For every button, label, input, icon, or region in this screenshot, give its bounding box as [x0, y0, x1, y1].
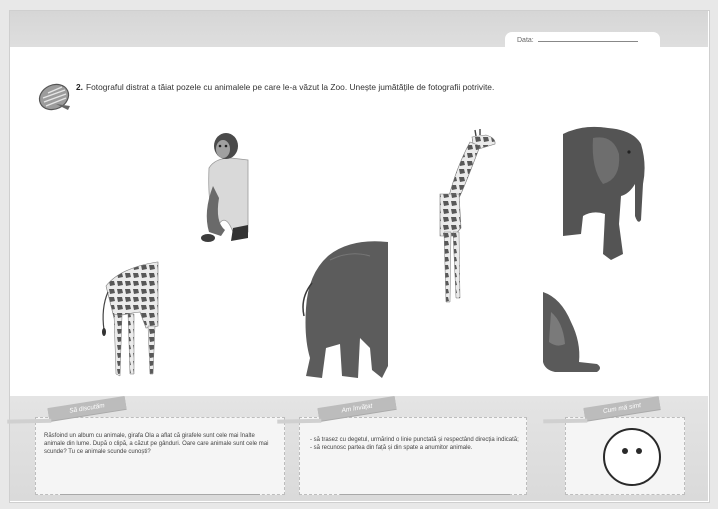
date-field[interactable]: Data: [505, 32, 660, 48]
animal-rear-half-photo[interactable] [541, 292, 603, 374]
elephant-front-half-photo[interactable] [563, 124, 649, 264]
giraffe-rear-half-photo[interactable] [100, 256, 160, 381]
face-icon[interactable] [601, 426, 663, 488]
learned-box [299, 417, 527, 495]
shell-icon [38, 83, 70, 111]
learned-underline [340, 494, 510, 495]
monkey-front-half-photo[interactable] [195, 128, 250, 250]
exercise-text: Fotograful distrat a tăiat pozele cu ani… [86, 82, 495, 92]
date-label: Data: [517, 37, 534, 44]
learned-list: - să trasez cu degetul, urmărind o linie… [310, 436, 520, 452]
discuss-underline [60, 494, 260, 495]
discuss-text: Răsfoind un album cu animale, girafa Ola… [44, 433, 269, 456]
exercise-number: 2. [76, 82, 83, 92]
elephant-rear-half-photo[interactable] [300, 238, 390, 383]
date-line[interactable] [537, 33, 638, 42]
exercise-instruction: 2. Fotograful distrat a tăiat pozele cu a… [76, 82, 676, 92]
learned-item: - să trasez cu degetul, urmărind o linie… [310, 437, 519, 443]
learned-item: - să recunosc partea din față și din spa… [310, 445, 473, 452]
giraffe-front-half-photo[interactable] [434, 128, 498, 308]
